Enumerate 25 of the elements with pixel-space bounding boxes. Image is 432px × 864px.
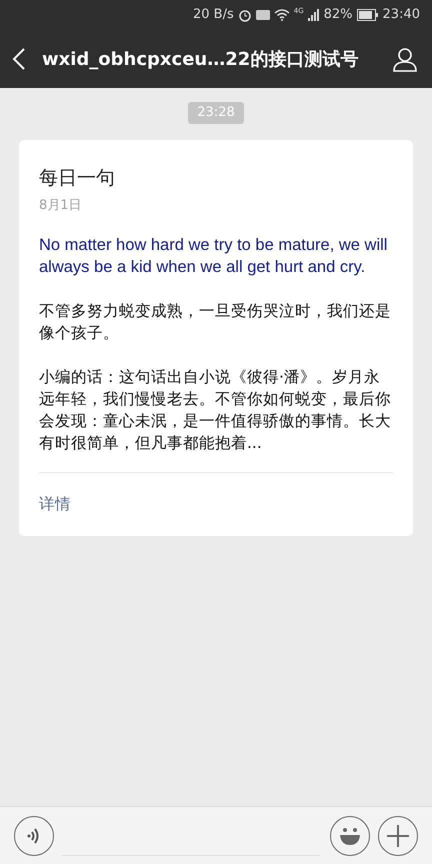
clock-time: 23:40 (382, 6, 420, 24)
alarm-icon (238, 8, 252, 22)
signal-icon (308, 9, 320, 21)
message-timestamp: 23:28 (188, 102, 244, 124)
article-title: 每日一句 (39, 166, 116, 190)
battery-icon (356, 9, 379, 21)
voice-icon (27, 826, 41, 844)
article-paragraph: 不管多努力蜕变成熟，一旦受伤哭泣时，我们还是像个孩子。 (39, 300, 392, 344)
plus-icon (387, 824, 409, 846)
article-paragraph: 小编的话：这句话出自小说《彼得·潘》。岁月永远年轻，我们慢慢老去。不管你如何蜕变，最后你会发现：童心未泯，是一件值得骄傲的事情。长大有时很简单，但凡事都能抱着... (39, 366, 392, 454)
battery-percent: 82% (324, 6, 353, 24)
article-date: 8月1日 (39, 197, 83, 215)
plus-button[interactable] (378, 816, 418, 856)
network-speed: 20 B/s (192, 6, 234, 24)
wifi-icon (274, 9, 290, 21)
details-link[interactable]: 详情 (39, 472, 71, 536)
article-quote: No matter how hard we try to be mature, we will always be a kid when we all get hurt and cry. (39, 234, 388, 278)
back-button[interactable] (12, 46, 26, 72)
back-icon (12, 47, 26, 72)
profile-button[interactable] (392, 46, 418, 72)
emoji-button[interactable] (330, 816, 370, 856)
header-title: wxid_obhcpxceu…22的接口测试号 (42, 48, 360, 72)
person-icon (392, 46, 418, 72)
voice-button[interactable] (14, 816, 54, 856)
smiley-icon (338, 826, 362, 846)
